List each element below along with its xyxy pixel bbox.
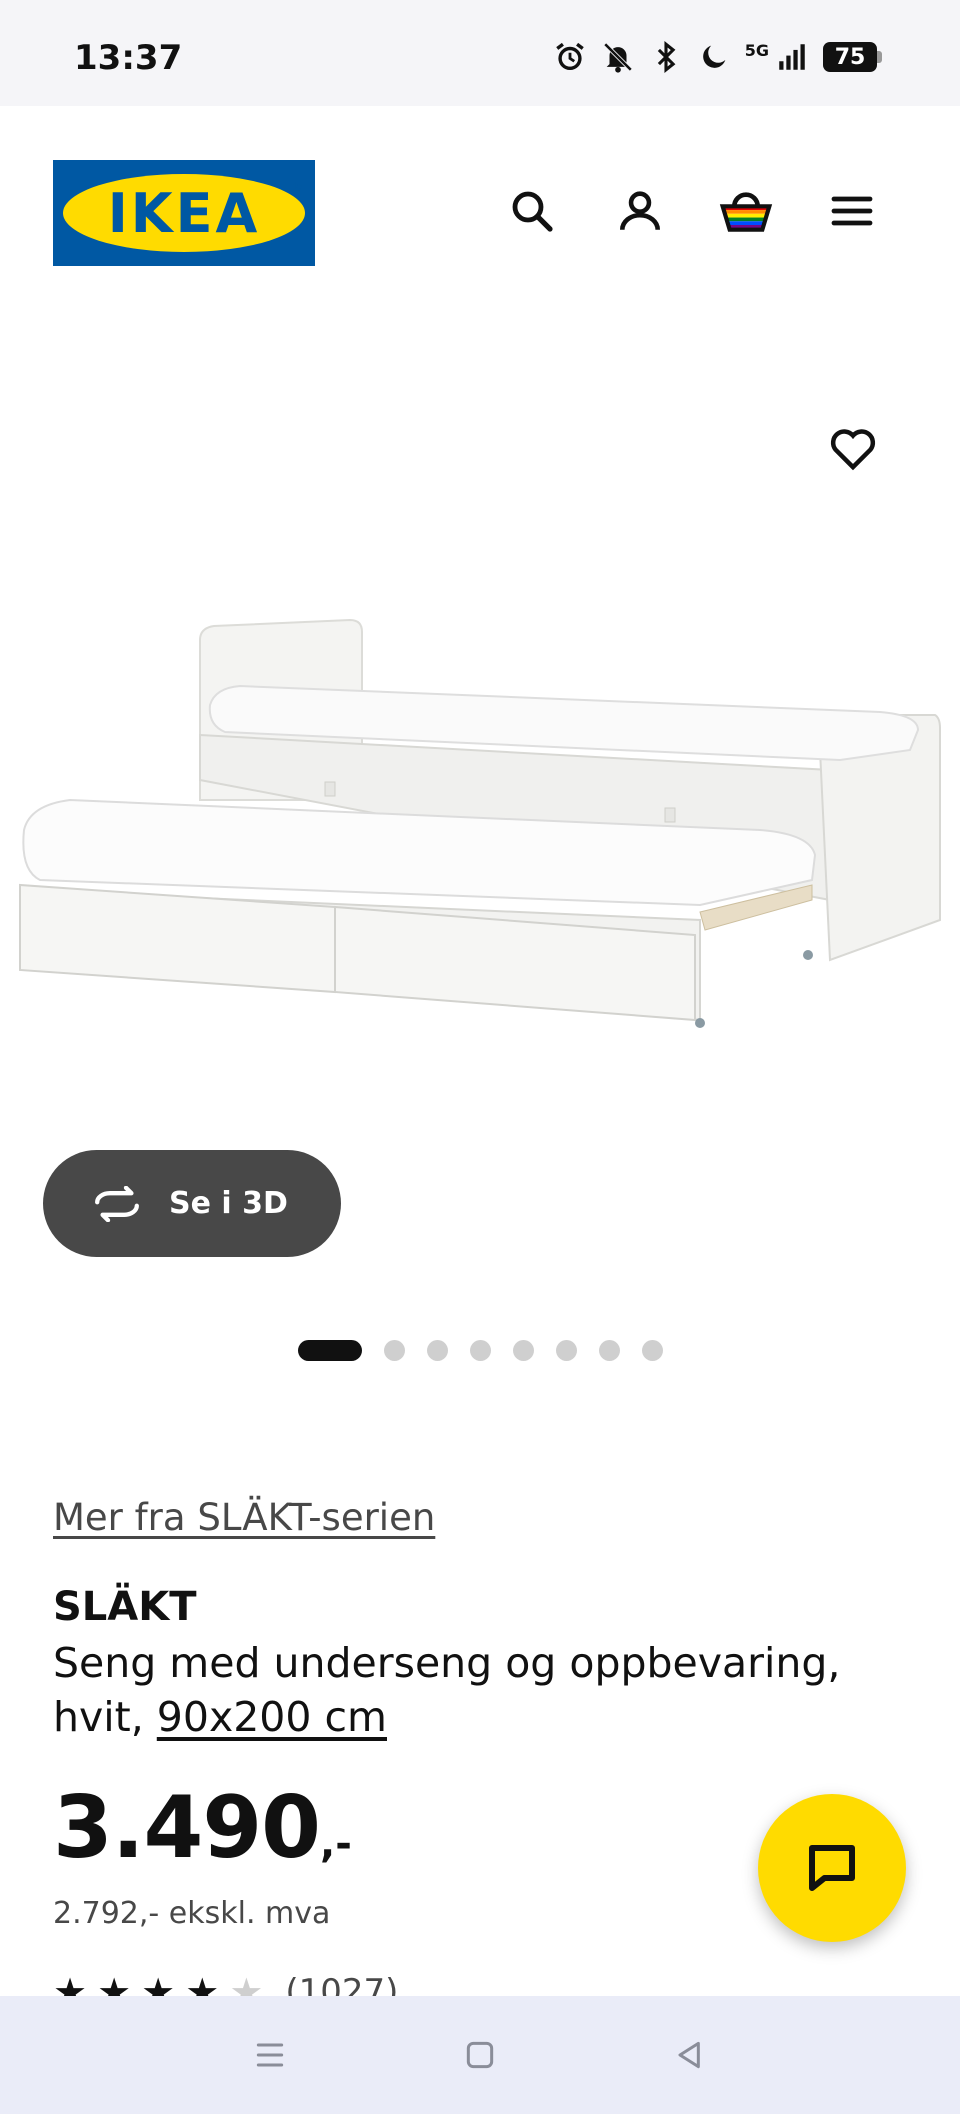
pagination-dot[interactable] <box>384 1340 405 1361</box>
recent-apps-icon[interactable] <box>240 2025 300 2085</box>
product-description: Seng med underseng og oppbevaring, hvit,… <box>53 1636 853 1744</box>
menu-icon[interactable] <box>823 182 881 240</box>
price-excl-vat: 2.792,- ekskl. mva <box>53 1896 331 1931</box>
price-amount: 3.490 <box>53 1778 321 1878</box>
back-icon[interactable] <box>660 2025 720 2085</box>
logo-text: IKEA <box>107 181 261 245</box>
favorite-heart-icon[interactable] <box>820 415 886 481</box>
image-pagination <box>298 1340 663 1361</box>
registered-mark: ® <box>291 180 303 194</box>
home-icon[interactable] <box>450 2025 510 2085</box>
battery-indicator: 75 <box>823 42 882 72</box>
status-icons: 5G 75 <box>553 40 882 74</box>
pagination-dot[interactable] <box>599 1340 620 1361</box>
ikea-logo[interactable]: IKEA ® <box>53 160 315 266</box>
pagination-dot[interactable] <box>556 1340 577 1361</box>
pagination-dot[interactable] <box>470 1340 491 1361</box>
chat-button[interactable] <box>758 1794 906 1942</box>
price-suffix: ,- <box>320 1821 352 1867</box>
user-icon[interactable] <box>611 182 669 240</box>
product-image[interactable] <box>0 340 960 1280</box>
moon-icon <box>702 45 726 68</box>
signal-icon <box>779 44 805 70</box>
battery-tip <box>877 51 882 63</box>
shopping-bag-icon[interactable] <box>717 182 775 240</box>
size-link[interactable]: 90x200 cm <box>157 1693 387 1741</box>
battery-level: 75 <box>823 42 877 72</box>
mute-icon <box>603 42 632 73</box>
status-bar: 13:37 5G 75 <box>0 0 960 106</box>
bluetooth-icon <box>657 41 676 73</box>
pagination-dot[interactable] <box>513 1340 534 1361</box>
search-icon[interactable] <box>503 182 561 240</box>
chat-icon <box>809 1845 855 1891</box>
status-time: 13:37 <box>74 38 183 78</box>
price: 3.490 ,- <box>53 1778 352 1878</box>
pagination-dot-active[interactable] <box>298 1340 362 1361</box>
view-3d-label: Se i 3D <box>169 1186 288 1221</box>
alarm-icon <box>555 42 584 71</box>
pagination-dot[interactable] <box>427 1340 448 1361</box>
rotate-3d-icon <box>95 1185 139 1222</box>
series-link[interactable]: Mer fra SLÄKT-serien <box>53 1496 435 1539</box>
network-label: 5G <box>744 40 769 60</box>
system-nav-bar <box>0 1996 960 2114</box>
logo-oval: IKEA <box>63 174 305 252</box>
view-3d-button[interactable]: Se i 3D <box>43 1150 341 1257</box>
site-header: IKEA ® <box>0 106 960 320</box>
pagination-dot[interactable] <box>642 1340 663 1361</box>
product-name: SLÄKT <box>53 1584 197 1630</box>
